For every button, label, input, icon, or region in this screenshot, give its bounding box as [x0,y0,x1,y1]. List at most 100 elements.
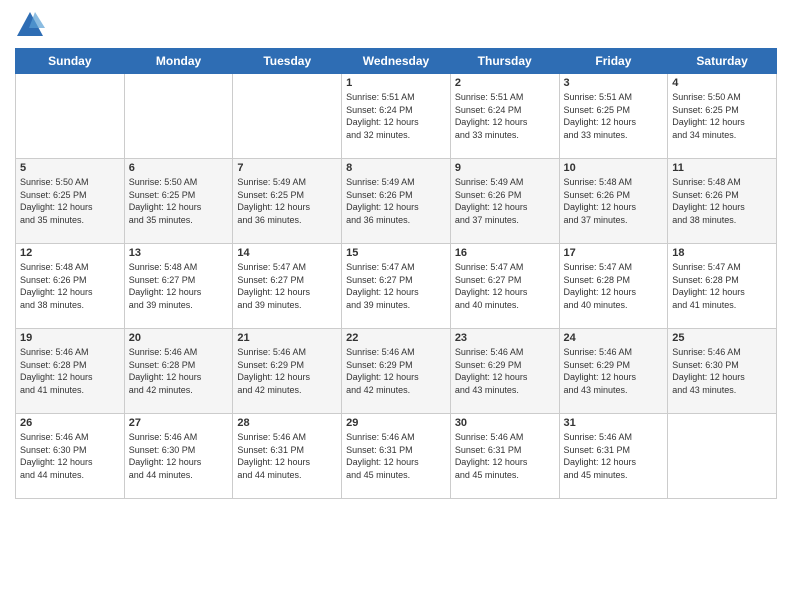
weekday-header-sunday: Sunday [16,49,125,74]
day-number: 7 [237,162,337,174]
day-info: Sunrise: 5:46 AM Sunset: 6:28 PM Dayligh… [20,346,120,396]
day-number: 15 [346,247,446,259]
day-info: Sunrise: 5:46 AM Sunset: 6:29 PM Dayligh… [237,346,337,396]
day-info: Sunrise: 5:46 AM Sunset: 6:31 PM Dayligh… [237,431,337,481]
weekday-header-row: SundayMondayTuesdayWednesdayThursdayFrid… [16,49,777,74]
calendar-cell: 25 Sunrise: 5:46 AM Sunset: 6:30 PM Dayli… [668,329,777,414]
calendar-cell: 6 Sunrise: 5:50 AM Sunset: 6:25 PM Daylig… [124,159,233,244]
calendar-cell: 1 Sunrise: 5:51 AM Sunset: 6:24 PM Daylig… [342,74,451,159]
day-info: Sunrise: 5:49 AM Sunset: 6:25 PM Dayligh… [237,176,337,226]
calendar-cell: 28 Sunrise: 5:46 AM Sunset: 6:31 PM Dayli… [233,414,342,499]
day-number: 14 [237,247,337,259]
day-info: Sunrise: 5:46 AM Sunset: 6:29 PM Dayligh… [455,346,555,396]
calendar-cell: 2 Sunrise: 5:51 AM Sunset: 6:24 PM Daylig… [450,74,559,159]
weekday-header-friday: Friday [559,49,668,74]
logo-icon [15,10,45,40]
calendar-cell: 24Sunrise: 5:46 AM Sunset: 6:29 PM Dayli… [559,329,668,414]
calendar-cell: 17Sunrise: 5:47 AM Sunset: 6:28 PM Dayli… [559,244,668,329]
week-row-3: 12 Sunrise: 5:48 AM Sunset: 6:26 PM Dayli… [16,244,777,329]
day-info: Sunrise: 5:46 AM Sunset: 6:31 PM Dayligh… [455,431,555,481]
day-info: Sunrise: 5:49 AM Sunset: 6:26 PM Dayligh… [455,176,555,226]
week-row-5: 26 Sunrise: 5:46 AM Sunset: 6:30 PM Dayli… [16,414,777,499]
day-info: Sunrise: 5:50 AM Sunset: 6:25 PM Dayligh… [672,91,772,141]
calendar-cell: 23 Sunrise: 5:46 AM Sunset: 6:29 PM Dayli… [450,329,559,414]
calendar-cell: 26 Sunrise: 5:46 AM Sunset: 6:30 PM Dayli… [16,414,125,499]
calendar-cell: 19 Sunrise: 5:46 AM Sunset: 6:28 PM Dayli… [16,329,125,414]
day-number: 2 [455,77,555,89]
day-number: 6 [129,162,229,174]
calendar-cell: 16 Sunrise: 5:47 AM Sunset: 6:27 PM Dayli… [450,244,559,329]
day-info: Sunrise: 5:47 AM Sunset: 6:28 PM Dayligh… [672,261,772,311]
calendar-cell: 31Sunrise: 5:46 AM Sunset: 6:31 PM Dayli… [559,414,668,499]
day-info: Sunrise: 5:46 AM Sunset: 6:28 PM Dayligh… [129,346,229,396]
day-info: Sunrise: 5:50 AM Sunset: 6:25 PM Dayligh… [20,176,120,226]
day-number: 28 [237,417,337,429]
calendar-cell: 12 Sunrise: 5:48 AM Sunset: 6:26 PM Dayli… [16,244,125,329]
day-number: 27 [129,417,229,429]
calendar-cell: 9 Sunrise: 5:49 AM Sunset: 6:26 PM Daylig… [450,159,559,244]
calendar-cell: 3 Sunrise: 5:51 AM Sunset: 6:25 PM Daylig… [559,74,668,159]
calendar: SundayMondayTuesdayWednesdayThursdayFrid… [15,48,777,499]
weekday-header-monday: Monday [124,49,233,74]
calendar-cell: 8 Sunrise: 5:49 AM Sunset: 6:26 PM Daylig… [342,159,451,244]
calendar-cell [668,414,777,499]
calendar-cell [16,74,125,159]
weekday-header-tuesday: Tuesday [233,49,342,74]
day-number: 12 [20,247,120,259]
day-info: Sunrise: 5:51 AM Sunset: 6:24 PM Dayligh… [455,91,555,141]
calendar-cell: 14 Sunrise: 5:47 AM Sunset: 6:27 PM Dayli… [233,244,342,329]
day-number: 26 [20,417,120,429]
day-info: Sunrise: 5:46 AM Sunset: 6:31 PM Dayligh… [564,431,664,481]
day-info: Sunrise: 5:46 AM Sunset: 6:31 PM Dayligh… [346,431,446,481]
logo [15,10,49,40]
day-info: Sunrise: 5:48 AM Sunset: 6:26 PM Dayligh… [564,176,664,226]
calendar-cell: 15Sunrise: 5:47 AM Sunset: 6:27 PM Dayli… [342,244,451,329]
weekday-header-thursday: Thursday [450,49,559,74]
day-number: 25 [672,332,772,344]
day-info: Sunrise: 5:48 AM Sunset: 6:27 PM Dayligh… [129,261,229,311]
calendar-cell: 20Sunrise: 5:46 AM Sunset: 6:28 PM Dayli… [124,329,233,414]
day-number: 8 [346,162,446,174]
calendar-cell: 18Sunrise: 5:47 AM Sunset: 6:28 PM Dayli… [668,244,777,329]
day-info: Sunrise: 5:46 AM Sunset: 6:29 PM Dayligh… [564,346,664,396]
calendar-cell: 13 Sunrise: 5:48 AM Sunset: 6:27 PM Dayli… [124,244,233,329]
calendar-cell: 4Sunrise: 5:50 AM Sunset: 6:25 PM Daylig… [668,74,777,159]
day-number: 11 [672,162,772,174]
day-number: 17 [564,247,664,259]
day-info: Sunrise: 5:49 AM Sunset: 6:26 PM Dayligh… [346,176,446,226]
week-row-2: 5Sunrise: 5:50 AM Sunset: 6:25 PM Daylig… [16,159,777,244]
day-number: 10 [564,162,664,174]
day-info: Sunrise: 5:51 AM Sunset: 6:24 PM Dayligh… [346,91,446,141]
day-info: Sunrise: 5:48 AM Sunset: 6:26 PM Dayligh… [20,261,120,311]
day-info: Sunrise: 5:46 AM Sunset: 6:30 PM Dayligh… [672,346,772,396]
day-info: Sunrise: 5:46 AM Sunset: 6:30 PM Dayligh… [20,431,120,481]
day-info: Sunrise: 5:47 AM Sunset: 6:27 PM Dayligh… [237,261,337,311]
day-number: 23 [455,332,555,344]
calendar-cell: 5Sunrise: 5:50 AM Sunset: 6:25 PM Daylig… [16,159,125,244]
day-number: 29 [346,417,446,429]
week-row-4: 19 Sunrise: 5:46 AM Sunset: 6:28 PM Dayli… [16,329,777,414]
day-info: Sunrise: 5:51 AM Sunset: 6:25 PM Dayligh… [564,91,664,141]
day-number: 19 [20,332,120,344]
day-number: 21 [237,332,337,344]
day-number: 9 [455,162,555,174]
calendar-cell: 29 Sunrise: 5:46 AM Sunset: 6:31 PM Dayli… [342,414,451,499]
page: SundayMondayTuesdayWednesdayThursdayFrid… [0,0,792,612]
day-number: 1 [346,77,446,89]
day-info: Sunrise: 5:46 AM Sunset: 6:29 PM Dayligh… [346,346,446,396]
day-info: Sunrise: 5:48 AM Sunset: 6:26 PM Dayligh… [672,176,772,226]
calendar-cell [124,74,233,159]
day-number: 13 [129,247,229,259]
day-number: 16 [455,247,555,259]
calendar-cell: 21 Sunrise: 5:46 AM Sunset: 6:29 PM Dayli… [233,329,342,414]
day-number: 30 [455,417,555,429]
day-number: 3 [564,77,664,89]
header [15,10,777,40]
day-info: Sunrise: 5:50 AM Sunset: 6:25 PM Dayligh… [129,176,229,226]
day-info: Sunrise: 5:47 AM Sunset: 6:27 PM Dayligh… [455,261,555,311]
day-number: 22 [346,332,446,344]
calendar-cell: 27 Sunrise: 5:46 AM Sunset: 6:30 PM Dayli… [124,414,233,499]
day-info: Sunrise: 5:46 AM Sunset: 6:30 PM Dayligh… [129,431,229,481]
calendar-cell: 22 Sunrise: 5:46 AM Sunset: 6:29 PM Dayli… [342,329,451,414]
calendar-cell: 10 Sunrise: 5:48 AM Sunset: 6:26 PM Dayli… [559,159,668,244]
